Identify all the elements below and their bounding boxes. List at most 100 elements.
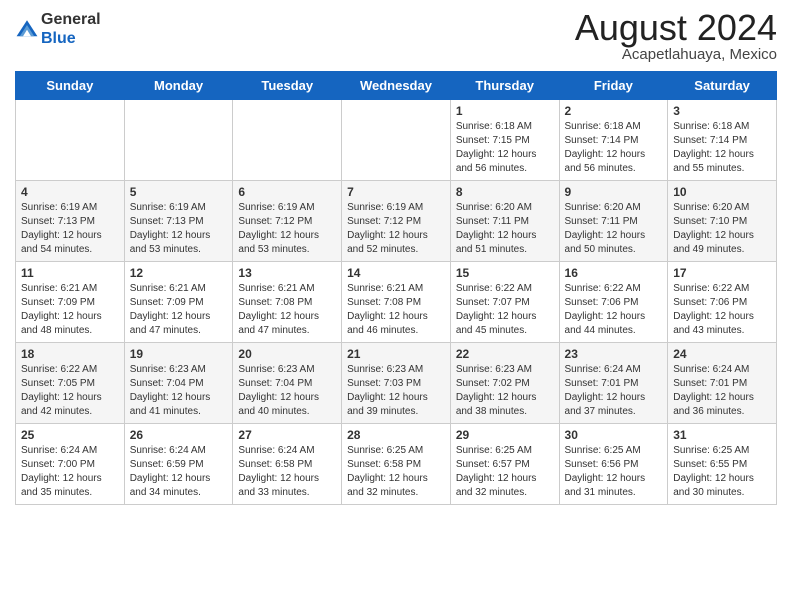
calendar-cell: 25 Sunrise: 6:24 AMSunset: 7:00 PMDayligh… xyxy=(16,424,125,505)
day-info: Sunrise: 6:23 AMSunset: 7:02 PMDaylight:… xyxy=(456,363,554,419)
day-number: 25 xyxy=(21,428,119,442)
day-info: Sunrise: 6:18 AMSunset: 7:14 PMDaylight:… xyxy=(673,120,771,176)
calendar-cell: 30 Sunrise: 6:25 AMSunset: 6:56 PMDayligh… xyxy=(559,424,668,505)
day-number: 13 xyxy=(238,266,336,280)
day-number: 28 xyxy=(347,428,445,442)
day-info: Sunrise: 6:21 AMSunset: 7:09 PMDaylight:… xyxy=(21,282,119,338)
day-number: 14 xyxy=(347,266,445,280)
day-number: 17 xyxy=(673,266,771,280)
calendar-cell: 1 Sunrise: 6:18 AMSunset: 7:15 PMDaylight… xyxy=(450,100,559,181)
calendar-cell: 28Sunrise: 6:25 AMSunset: 6:58 PMDayligh… xyxy=(342,424,451,505)
day-info: Sunrise: 6:19 AMSunset: 7:12 PMDaylight:… xyxy=(347,201,445,257)
day-number: 16 xyxy=(565,266,663,280)
calendar-week-2: 4 Sunrise: 6:19 AMSunset: 7:13 PMDaylight… xyxy=(16,181,777,262)
day-info: Sunrise: 6:22 AMSunset: 7:07 PMDaylight:… xyxy=(456,282,554,338)
day-number: 5 xyxy=(130,185,228,199)
calendar-cell: 23 Sunrise: 6:24 AMSunset: 7:01 PMDayligh… xyxy=(559,343,668,424)
calendar-cell: 3 Sunrise: 6:18 AMSunset: 7:14 PMDaylight… xyxy=(668,100,777,181)
calendar-cell: 19Sunrise: 6:23 AMSunset: 7:04 PMDayligh… xyxy=(124,343,233,424)
day-number: 9 xyxy=(565,185,663,199)
day-number: 24 xyxy=(673,347,771,361)
calendar-cell: 22Sunrise: 6:23 AMSunset: 7:02 PMDayligh… xyxy=(450,343,559,424)
day-info: Sunrise: 6:19 AMSunset: 7:12 PMDaylight:… xyxy=(238,201,336,257)
day-number: 2 xyxy=(565,104,663,118)
calendar-week-3: 11 Sunrise: 6:21 AMSunset: 7:09 PMDayligh… xyxy=(16,262,777,343)
calendar-cell: 9 Sunrise: 6:20 AMSunset: 7:11 PMDaylight… xyxy=(559,181,668,262)
day-info: Sunrise: 6:25 AMSunset: 6:56 PMDaylight:… xyxy=(565,444,663,500)
day-info: Sunrise: 6:24 AMSunset: 7:01 PMDaylight:… xyxy=(565,363,663,419)
day-info: Sunrise: 6:21 AMSunset: 7:08 PMDaylight:… xyxy=(347,282,445,338)
calendar-cell: 6Sunrise: 6:19 AMSunset: 7:12 PMDaylight… xyxy=(233,181,342,262)
day-number: 27 xyxy=(238,428,336,442)
calendar-cell: 11 Sunrise: 6:21 AMSunset: 7:09 PMDayligh… xyxy=(16,262,125,343)
month-year-title: August 2024 xyxy=(575,10,777,46)
day-info: Sunrise: 6:18 AMSunset: 7:14 PMDaylight:… xyxy=(565,120,663,176)
logo-text: General Blue xyxy=(41,10,101,48)
calendar-cell: 27 Sunrise: 6:24 AMSunset: 6:58 PMDayligh… xyxy=(233,424,342,505)
calendar-cell: 2 Sunrise: 6:18 AMSunset: 7:14 PMDaylight… xyxy=(559,100,668,181)
day-number: 23 xyxy=(565,347,663,361)
day-number: 3 xyxy=(673,104,771,118)
header-saturday: Saturday xyxy=(668,72,777,100)
day-info: Sunrise: 6:24 AMSunset: 6:59 PMDaylight:… xyxy=(130,444,228,500)
calendar-week-5: 25 Sunrise: 6:24 AMSunset: 7:00 PMDayligh… xyxy=(16,424,777,505)
day-number: 26 xyxy=(130,428,228,442)
calendar-cell: 13Sunrise: 6:21 AMSunset: 7:08 PMDayligh… xyxy=(233,262,342,343)
day-number: 7 xyxy=(347,185,445,199)
day-info: Sunrise: 6:23 AMSunset: 7:04 PMDaylight:… xyxy=(238,363,336,419)
calendar-cell: 20 Sunrise: 6:23 AMSunset: 7:04 PMDayligh… xyxy=(233,343,342,424)
day-info: Sunrise: 6:24 AMSunset: 6:58 PMDaylight:… xyxy=(238,444,336,500)
day-info: Sunrise: 6:25 AMSunset: 6:55 PMDaylight:… xyxy=(673,444,771,500)
day-number: 20 xyxy=(238,347,336,361)
day-number: 4 xyxy=(21,185,119,199)
day-info: Sunrise: 6:20 AMSunset: 7:10 PMDaylight:… xyxy=(673,201,771,257)
calendar-cell: 18Sunrise: 6:22 AMSunset: 7:05 PMDayligh… xyxy=(16,343,125,424)
calendar-cell: 31 Sunrise: 6:25 AMSunset: 6:55 PMDayligh… xyxy=(668,424,777,505)
day-info: Sunrise: 6:19 AMSunset: 7:13 PMDaylight:… xyxy=(21,201,119,257)
day-number: 8 xyxy=(456,185,554,199)
calendar-cell: 17 Sunrise: 6:22 AMSunset: 7:06 PMDayligh… xyxy=(668,262,777,343)
day-number: 21 xyxy=(347,347,445,361)
day-number: 19 xyxy=(130,347,228,361)
day-info: Sunrise: 6:24 AMSunset: 7:01 PMDaylight:… xyxy=(673,363,771,419)
day-number: 10 xyxy=(673,185,771,199)
day-info: Sunrise: 6:25 AMSunset: 6:57 PMDaylight:… xyxy=(456,444,554,500)
calendar-cell: 16 Sunrise: 6:22 AMSunset: 7:06 PMDayligh… xyxy=(559,262,668,343)
calendar-cell: 7 Sunrise: 6:19 AMSunset: 7:12 PMDaylight… xyxy=(342,181,451,262)
calendar-cell xyxy=(124,100,233,181)
day-info: Sunrise: 6:24 AMSunset: 7:00 PMDaylight:… xyxy=(21,444,119,500)
calendar-cell: 10 Sunrise: 6:20 AMSunset: 7:10 PMDayligh… xyxy=(668,181,777,262)
calendar-cell: 26 Sunrise: 6:24 AMSunset: 6:59 PMDayligh… xyxy=(124,424,233,505)
day-info: Sunrise: 6:23 AMSunset: 7:03 PMDaylight:… xyxy=(347,363,445,419)
header-monday: Monday xyxy=(124,72,233,100)
day-info: Sunrise: 6:22 AMSunset: 7:06 PMDaylight:… xyxy=(673,282,771,338)
calendar-cell xyxy=(233,100,342,181)
day-number: 30 xyxy=(565,428,663,442)
day-info: Sunrise: 6:18 AMSunset: 7:15 PMDaylight:… xyxy=(456,120,554,176)
day-number: 18 xyxy=(21,347,119,361)
header-sunday: Sunday xyxy=(16,72,125,100)
calendar-cell: 29Sunrise: 6:25 AMSunset: 6:57 PMDayligh… xyxy=(450,424,559,505)
logo-icon xyxy=(15,17,39,41)
day-info: Sunrise: 6:20 AMSunset: 7:11 PMDaylight:… xyxy=(456,201,554,257)
day-number: 1 xyxy=(456,104,554,118)
header-friday: Friday xyxy=(559,72,668,100)
day-info: Sunrise: 6:19 AMSunset: 7:13 PMDaylight:… xyxy=(130,201,228,257)
calendar-cell: 24 Sunrise: 6:24 AMSunset: 7:01 PMDayligh… xyxy=(668,343,777,424)
calendar-cell: 21 Sunrise: 6:23 AMSunset: 7:03 PMDayligh… xyxy=(342,343,451,424)
day-number: 31 xyxy=(673,428,771,442)
day-number: 11 xyxy=(21,266,119,280)
header-wednesday: Wednesday xyxy=(342,72,451,100)
calendar-week-4: 18Sunrise: 6:22 AMSunset: 7:05 PMDayligh… xyxy=(16,343,777,424)
calendar-header: Sunday Monday Tuesday Wednesday Thursday… xyxy=(16,72,777,100)
title-block: August 2024 Acapetlahuaya, Mexico xyxy=(575,10,777,63)
calendar-cell: 8 Sunrise: 6:20 AMSunset: 7:11 PMDaylight… xyxy=(450,181,559,262)
calendar-cell: 5 Sunrise: 6:19 AMSunset: 7:13 PMDaylight… xyxy=(124,181,233,262)
day-info: Sunrise: 6:22 AMSunset: 7:06 PMDaylight:… xyxy=(565,282,663,338)
calendar-table: Sunday Monday Tuesday Wednesday Thursday… xyxy=(15,71,777,505)
calendar-cell: 15Sunrise: 6:22 AMSunset: 7:07 PMDayligh… xyxy=(450,262,559,343)
location-subtitle: Acapetlahuaya, Mexico xyxy=(575,46,777,63)
day-info: Sunrise: 6:20 AMSunset: 7:11 PMDaylight:… xyxy=(565,201,663,257)
calendar-cell: 4 Sunrise: 6:19 AMSunset: 7:13 PMDaylight… xyxy=(16,181,125,262)
logo: General Blue xyxy=(15,10,101,48)
